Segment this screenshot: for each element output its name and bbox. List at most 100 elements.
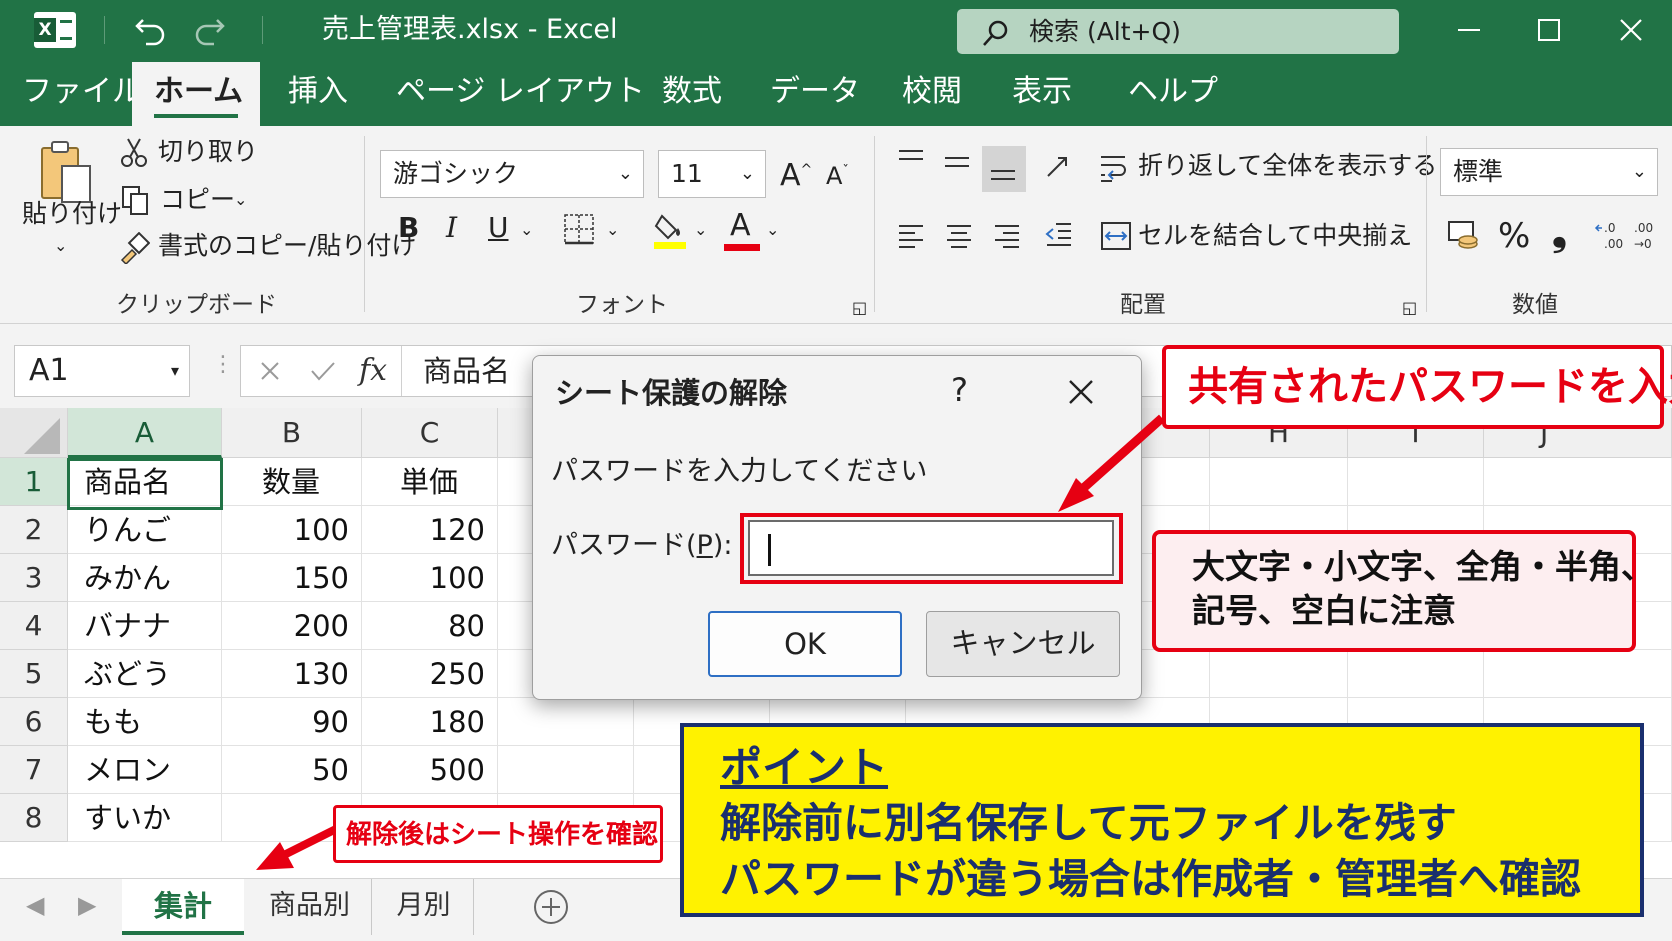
align-middle-icon[interactable] [942,150,972,180]
shrink-font-button[interactable]: Aˇ [826,154,849,194]
cell-b[interactable]: 200 [222,602,362,650]
increase-decimal-icon[interactable]: .0.00 [1594,220,1628,252]
underline-dropdown-chevron[interactable]: ⌄ [520,214,533,246]
bold-button[interactable]: B [398,208,419,248]
redo-icon[interactable] [192,12,226,46]
cell-b[interactable]: 数量 [222,458,362,506]
empty-cell[interactable] [1210,458,1348,506]
cell-a[interactable]: バナナ [68,602,222,650]
format-painter-button[interactable]: 書式のコピー/貼り付け [158,230,416,262]
cell-b[interactable]: 150 [222,554,362,602]
undo-icon[interactable] [134,12,168,46]
font-color-dropdown-chevron[interactable]: ⌄ [766,214,779,246]
scroll-left-icon[interactable]: ◀ [26,891,44,919]
sheet-tab[interactable]: 商品別 [248,879,372,935]
merge-dropdown-chevron[interactable]: ⌄ [1390,224,1403,256]
maximize-icon[interactable] [1524,5,1574,55]
cell-b[interactable]: 130 [222,650,362,698]
row-header[interactable]: 2 [0,506,68,554]
paste-dropdown-chevron[interactable]: ⌄ [54,230,67,262]
help-icon[interactable]: ? [951,370,968,410]
orientation-icon[interactable] [1044,154,1070,180]
tab-home[interactable]: ホーム [132,62,260,126]
ok-button[interactable]: OK [708,611,902,677]
tab-review[interactable]: 校閲 [902,72,962,112]
row-header[interactable]: 8 [0,794,68,842]
italic-button[interactable]: I [446,208,457,248]
align-top-icon[interactable] [896,146,926,176]
search-box[interactable]: 検索 (Alt+Q) [957,9,1399,54]
empty-cell[interactable] [1484,458,1672,506]
number-format-select[interactable]: 標準 ⌄ [1440,148,1658,196]
cancel-entry-icon[interactable] [257,358,283,384]
cell-b[interactable]: 50 [222,746,362,794]
currency-format-icon[interactable] [1446,218,1480,252]
cell-c[interactable]: 単価 [362,458,498,506]
row-header[interactable]: 1 [0,458,68,506]
font-color-button[interactable]: A [730,206,751,246]
name-box[interactable]: A1 ▾ [14,345,190,397]
tab-insert[interactable]: 挿入 [288,72,348,112]
cell-c[interactable]: 80 [362,602,498,650]
cell-b[interactable]: 90 [222,698,362,746]
copy-button[interactable]: コピー [160,184,235,216]
cell-a[interactable]: りんご [68,506,222,554]
empty-cell[interactable] [1210,650,1348,698]
cell-a[interactable]: みかん [68,554,222,602]
sheet-tab[interactable]: 月別 [374,879,474,935]
tab-formulas[interactable]: 数式 [662,72,722,112]
cell-c[interactable]: 120 [362,506,498,554]
align-left-icon[interactable] [896,222,926,252]
dialog-launcher-icon[interactable]: ◱ [1402,292,1417,324]
font-size-select[interactable]: 11 ⌄ [658,150,766,198]
tab-help[interactable]: ヘルプ [1128,72,1218,112]
confirm-entry-icon[interactable] [309,358,337,384]
cell-c[interactable]: 250 [362,650,498,698]
column-header-a[interactable]: A [68,408,222,458]
row-header[interactable]: 3 [0,554,68,602]
copy-dropdown-chevron[interactable]: ⌄ [234,184,247,216]
tab-page-layout[interactable]: ページ レイアウト [396,72,645,112]
underline-button[interactable]: U [488,208,509,248]
minimize-icon[interactable] [1444,5,1494,55]
borders-dropdown-chevron[interactable]: ⌄ [606,214,619,246]
cell-a[interactable]: もも [68,698,222,746]
cell-c[interactable]: 100 [362,554,498,602]
scroll-right-icon[interactable]: ▶ [78,891,96,919]
dialog-launcher-icon[interactable]: ◱ [852,292,867,324]
align-bottom-icon[interactable] [988,154,1018,184]
tab-file[interactable]: ファイル [22,72,142,112]
sheet-tab-active[interactable]: 集計 [122,879,244,935]
cell-a[interactable]: すいか [68,794,222,842]
column-header-b[interactable]: B [222,408,362,458]
row-header[interactable]: 5 [0,650,68,698]
row-header[interactable]: 7 [0,746,68,794]
fill-color-dropdown-chevron[interactable]: ⌄ [694,214,707,246]
empty-cell[interactable] [1348,458,1484,506]
cut-button[interactable]: 切り取り [158,136,258,168]
close-window-icon[interactable] [1606,5,1656,55]
decrease-decimal-icon[interactable]: .00→0 [1632,220,1668,252]
column-header-c[interactable]: C [362,408,498,458]
empty-cell[interactable] [1348,650,1484,698]
fill-color-icon[interactable] [652,210,688,250]
empty-cell[interactable] [498,698,634,746]
grow-font-button[interactable]: A^ [780,150,812,196]
borders-icon[interactable] [562,212,596,246]
merge-center-button[interactable]: セルを結合して中央揃え [1138,220,1412,252]
select-all-corner[interactable] [0,408,68,458]
empty-cell[interactable] [498,746,634,794]
insert-function-button[interactable]: fx [359,352,387,390]
align-right-icon[interactable] [992,222,1022,252]
cell-c[interactable]: 180 [362,698,498,746]
paste-button[interactable]: 貼り付け [22,198,122,230]
tab-view[interactable]: 表示 [1012,72,1072,112]
decrease-indent-icon[interactable] [1044,220,1074,250]
tab-data[interactable]: データ [770,72,860,112]
cell-c[interactable]: 500 [362,746,498,794]
wrap-text-button[interactable]: 折り返して全体を表示する [1138,150,1437,182]
font-name-select[interactable]: 游ゴシック ⌄ [380,150,644,198]
cancel-button[interactable]: キャンセル [926,611,1120,677]
cell-a[interactable]: ぶどう [68,650,222,698]
row-header[interactable]: 4 [0,602,68,650]
